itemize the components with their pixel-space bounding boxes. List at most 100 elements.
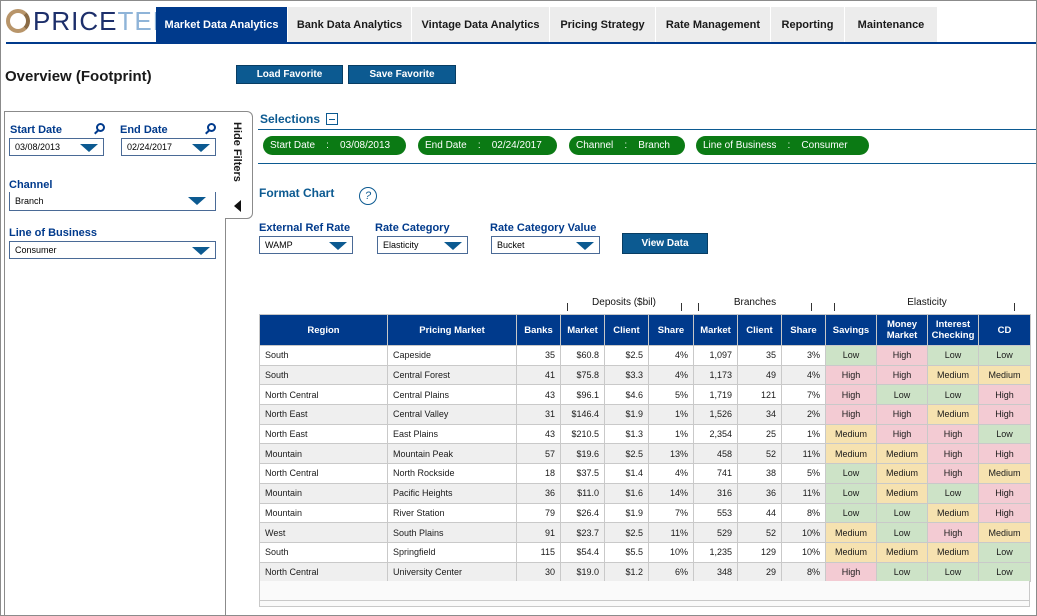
cell-branches-client: 52 (737, 522, 782, 543)
main-nav: Market Data Analytics Bank Data Analytic… (156, 7, 938, 42)
tab-reporting[interactable]: Reporting (771, 7, 845, 42)
hide-filters-toggle[interactable]: Hide Filters (225, 111, 253, 219)
tab-maintenance[interactable]: Maintenance (845, 7, 938, 42)
cell-branches-client: 34 (737, 404, 782, 425)
tab-bank-data-analytics[interactable]: Bank Data Analytics (288, 7, 412, 42)
column-header-branches-market[interactable]: Market (693, 314, 738, 346)
save-favorite-button[interactable]: Save Favorite (348, 65, 456, 84)
column-header-region[interactable]: Region (259, 314, 388, 346)
rate-category-value-dropdown[interactable]: Bucket (491, 236, 600, 254)
end-date-dropdown[interactable]: 02/24/2017 (121, 138, 216, 156)
cell-savings: Medium (825, 443, 877, 465)
tab-vintage-data-analytics[interactable]: Vintage Data Analytics (412, 7, 550, 42)
cell-pricing-market: Central Valley (387, 404, 517, 425)
table-row[interactable]: North East East Plains 43 $210.5 $1.3 1% 2,354… (259, 423, 1031, 445)
cell-savings: High (825, 384, 877, 406)
collapse-arrow-icon (234, 200, 241, 212)
cell-branches-client: 29 (737, 561, 782, 583)
tab-market-data-analytics[interactable]: Market Data Analytics (156, 7, 288, 42)
table-row[interactable]: Mountain River Station 79 $26.4 $1.9 7% 553 44 8… (259, 502, 1031, 524)
table-row[interactable]: Mountain Pacific Heights 36 $11.0 $1.6 14% 316… (259, 482, 1031, 504)
cell-cd: High (978, 404, 1031, 425)
cell-branches-share: 8% (781, 561, 826, 583)
cell-cd: High (978, 384, 1031, 406)
logo-ring-icon (6, 9, 30, 33)
start-date-search-icon[interactable] (96, 123, 105, 132)
external-ref-rate-dropdown[interactable]: WAMP (259, 236, 353, 254)
table-row[interactable]: South Springfield 115 $54.4 $5.5 10% 1,235 129 1… (259, 541, 1031, 563)
cell-deposits-share: 1% (648, 404, 694, 425)
cell-interest-checking: Low (927, 482, 979, 504)
cell-branches-market: 1,097 (693, 345, 738, 366)
cell-money-market: Medium (876, 463, 928, 484)
column-header-interest-checking[interactable]: Interest Checking (927, 314, 979, 346)
column-header-branches-share[interactable]: Share (781, 314, 826, 346)
view-data-button[interactable]: View Data (622, 233, 708, 254)
cell-savings: High (825, 404, 877, 425)
channel-label: Channel (9, 179, 53, 191)
column-header-deposits-market[interactable]: Market (560, 314, 605, 346)
channel-value: Branch (15, 196, 44, 206)
cell-banks: 43 (516, 384, 561, 406)
table-footer-area (259, 581, 1030, 607)
table-row[interactable]: North Central North Rockside 18 $37.5 $1.4 4%… (259, 463, 1031, 484)
tab-rate-management[interactable]: Rate Management (656, 7, 771, 42)
cell-region: South (259, 364, 388, 386)
selections-title: Selections (260, 112, 321, 126)
cell-deposits-client: $3.3 (604, 364, 649, 386)
cell-deposits-share: 7% (648, 502, 694, 524)
cell-money-market: Medium (876, 482, 928, 504)
chevron-down-icon (444, 242, 462, 250)
start-date-dropdown[interactable]: 03/08/2013 (9, 138, 104, 156)
table-row[interactable]: Mountain Mountain Peak 57 $19.6 $2.5 13% 458 52… (259, 443, 1031, 465)
end-date-label: End Date (120, 124, 168, 136)
cell-deposits-share: 4% (648, 345, 694, 366)
channel-underline (9, 210, 216, 211)
table-row[interactable]: North Central University Center 30 $19.0 $1.… (259, 561, 1031, 583)
cell-branches-client: 25 (737, 423, 782, 445)
cell-branches-market: 458 (693, 443, 738, 465)
selection-pill-channel[interactable]: Channel : Branch (569, 136, 685, 155)
cell-branches-share: 10% (781, 541, 826, 563)
load-favorite-button[interactable]: Load Favorite (236, 65, 343, 84)
column-header-deposits-client[interactable]: Client (604, 314, 649, 346)
cell-branches-share: 1% (781, 423, 826, 445)
cell-region: North Central (259, 384, 388, 406)
external-ref-rate-label: External Ref Rate (259, 222, 351, 234)
table-row[interactable]: South Central Forest 41 $75.8 $3.3 4% 1,173 49 4… (259, 364, 1031, 386)
column-header-savings[interactable]: Savings (825, 314, 877, 346)
table-row[interactable]: West South Plains 91 $23.7 $2.5 11% 529 52 10% Me… (259, 522, 1031, 543)
line-of-business-dropdown[interactable]: Consumer (9, 241, 216, 259)
help-icon[interactable]: ? (359, 187, 377, 205)
cell-pricing-market: South Plains (387, 522, 517, 543)
cell-branches-market: 1,719 (693, 384, 738, 406)
channel-dropdown[interactable]: Branch (9, 192, 216, 210)
column-header-cd[interactable]: CD (978, 314, 1031, 346)
cell-banks: 36 (516, 482, 561, 504)
column-header-branches-client[interactable]: Client (737, 314, 782, 346)
cell-deposits-client: $4.6 (604, 384, 649, 406)
cell-region: Mountain (259, 482, 388, 504)
collapse-minus-icon[interactable] (326, 113, 338, 125)
cell-deposits-client: $1.6 (604, 482, 649, 504)
cell-branches-share: 11% (781, 482, 826, 504)
end-date-search-icon[interactable] (207, 123, 216, 132)
selection-pill-line-of-business[interactable]: Line of Business : Consumer (696, 136, 869, 155)
cell-deposits-share: 4% (648, 463, 694, 484)
table-row[interactable]: South Capeside 35 $60.8 $2.5 4% 1,097 35 3% Low Hi… (259, 345, 1031, 366)
tab-pricing-strategy[interactable]: Pricing Strategy (550, 7, 656, 42)
selection-pill-start-date[interactable]: Start Date : 03/08/2013 (263, 136, 406, 155)
table-row[interactable]: North Central Central Plains 43 $96.1 $4.6 5%… (259, 384, 1031, 406)
cell-branches-market: 529 (693, 522, 738, 543)
column-header-deposits-share[interactable]: Share (648, 314, 694, 346)
cell-pricing-market: Mountain Peak (387, 443, 517, 465)
cell-banks: 115 (516, 541, 561, 563)
column-header-money-market[interactable]: Money Market (876, 314, 928, 346)
rate-category-dropdown[interactable]: Elasticity (377, 236, 468, 254)
column-header-pricing-market[interactable]: Pricing Market (387, 314, 517, 346)
selection-pill-end-date[interactable]: End Date : 02/24/2017 (418, 136, 557, 155)
column-header-banks[interactable]: Banks (516, 314, 561, 346)
table-row[interactable]: North East Central Valley 31 $146.4 $1.9 1% 1,… (259, 404, 1031, 425)
cell-branches-client: 35 (737, 345, 782, 366)
cell-deposits-market: $26.4 (560, 502, 605, 524)
